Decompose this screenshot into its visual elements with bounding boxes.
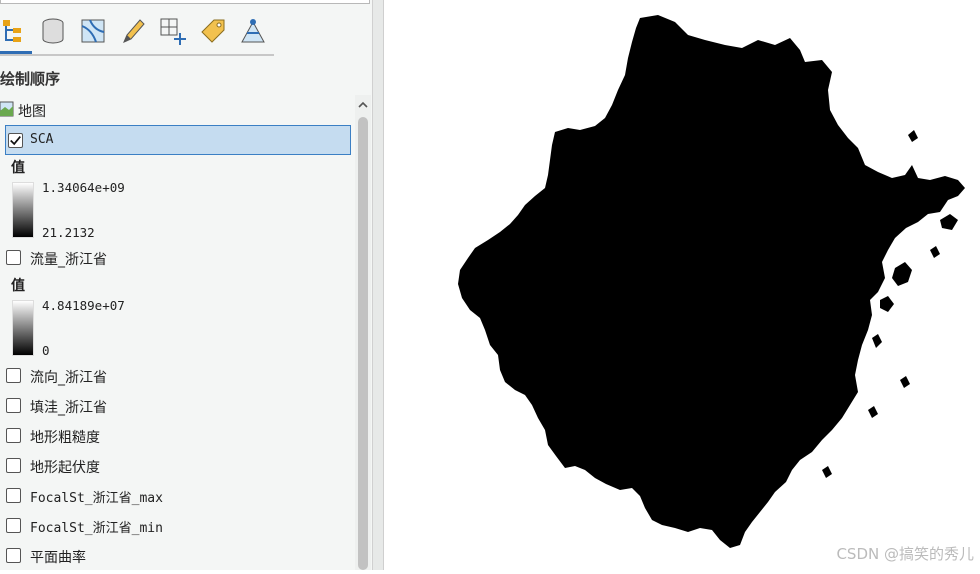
layer-visibility-checkbox[interactable] bbox=[6, 250, 21, 265]
layer-row[interactable]: 地形起伏度 bbox=[0, 451, 352, 481]
layer-name: FocalSt_浙江省_max bbox=[30, 491, 163, 506]
list-by-drawing-order-icon[interactable] bbox=[0, 16, 30, 46]
layer-row[interactable]: 流量_浙江省 bbox=[0, 243, 352, 273]
layer-visibility-checkbox[interactable] bbox=[6, 458, 21, 473]
layer-row[interactable]: FocalSt_浙江省_min bbox=[0, 511, 352, 541]
chevron-up-icon bbox=[358, 101, 368, 108]
layer-name: 地形粗糙度 bbox=[30, 430, 100, 446]
vertical-scrollbar[interactable] bbox=[355, 95, 371, 570]
layer-visibility-checkbox[interactable] bbox=[6, 428, 21, 443]
watermark: CSDN @搞笑的秀儿 bbox=[836, 545, 974, 563]
zhejiang-raster-shape bbox=[458, 15, 965, 548]
legend-title: 值 bbox=[11, 160, 25, 176]
contents-toolbar bbox=[0, 10, 274, 56]
map-view[interactable]: CSDN @搞笑的秀儿 bbox=[384, 0, 980, 570]
color-ramp bbox=[12, 182, 34, 238]
legend-low-value: 21.2132 bbox=[42, 225, 95, 240]
list-by-selection-icon[interactable] bbox=[158, 16, 188, 46]
layer-visibility-checkbox[interactable] bbox=[6, 548, 21, 563]
legend-low-value: 0 bbox=[42, 343, 50, 358]
search-field[interactable] bbox=[0, 0, 370, 4]
list-by-editing-icon[interactable] bbox=[118, 16, 148, 46]
layer-visibility-checkbox[interactable] bbox=[8, 133, 23, 148]
layer-visibility-checkbox[interactable] bbox=[6, 368, 21, 383]
checkmark-icon bbox=[10, 136, 21, 146]
layer-visibility-checkbox[interactable] bbox=[6, 488, 21, 503]
layer-tree: 地图 SCA 值 1.34064e+09 21.2132 流量_浙江省 值 4.… bbox=[0, 95, 355, 570]
layer-name: 填洼_浙江省 bbox=[30, 400, 107, 416]
contents-pane: 绘制顺序 地图 SCA 值 1.34064e+09 21.2132 流量_浙江省… bbox=[0, 0, 372, 570]
map-node[interactable]: 地图 bbox=[0, 95, 352, 125]
map-icon bbox=[0, 101, 14, 117]
layer-name: 平面曲率 bbox=[30, 550, 86, 566]
layer-row[interactable]: 平面曲率 bbox=[0, 541, 352, 570]
color-ramp bbox=[12, 300, 34, 356]
layer-name: 地形起伏度 bbox=[30, 460, 100, 476]
layer-visibility-checkbox[interactable] bbox=[6, 398, 21, 413]
pane-splitter[interactable] bbox=[372, 0, 384, 570]
list-by-source-type-icon[interactable] bbox=[78, 16, 108, 46]
layer-row[interactable]: 流向_浙江省 bbox=[0, 361, 352, 391]
layer-row[interactable]: FocalSt_浙江省_max bbox=[0, 481, 352, 511]
layer-name: SCA bbox=[30, 132, 54, 147]
list-by-data-source-icon[interactable] bbox=[38, 16, 68, 46]
map-label: 地图 bbox=[18, 104, 46, 120]
layer-row-sca[interactable]: SCA bbox=[5, 125, 351, 155]
legend-high-value: 1.34064e+09 bbox=[42, 180, 125, 195]
list-by-snapping-icon[interactable] bbox=[238, 16, 268, 46]
layer-name: 流向_浙江省 bbox=[30, 370, 107, 386]
legend-title: 值 bbox=[11, 278, 25, 294]
scroll-up-button[interactable] bbox=[355, 95, 371, 115]
layer-row[interactable]: 地形粗糙度 bbox=[0, 421, 352, 451]
layer-row[interactable]: 填洼_浙江省 bbox=[0, 391, 352, 421]
selected-view-indicator bbox=[0, 51, 32, 54]
layer-name: FocalSt_浙江省_min bbox=[30, 521, 163, 536]
list-by-labeling-icon[interactable] bbox=[198, 16, 228, 46]
scroll-thumb[interactable] bbox=[358, 117, 368, 570]
section-title: 绘制顺序 bbox=[0, 70, 61, 88]
layer-visibility-checkbox[interactable] bbox=[6, 518, 21, 533]
legend-high-value: 4.84189e+07 bbox=[42, 298, 125, 313]
layer-name: 流量_浙江省 bbox=[30, 252, 107, 268]
